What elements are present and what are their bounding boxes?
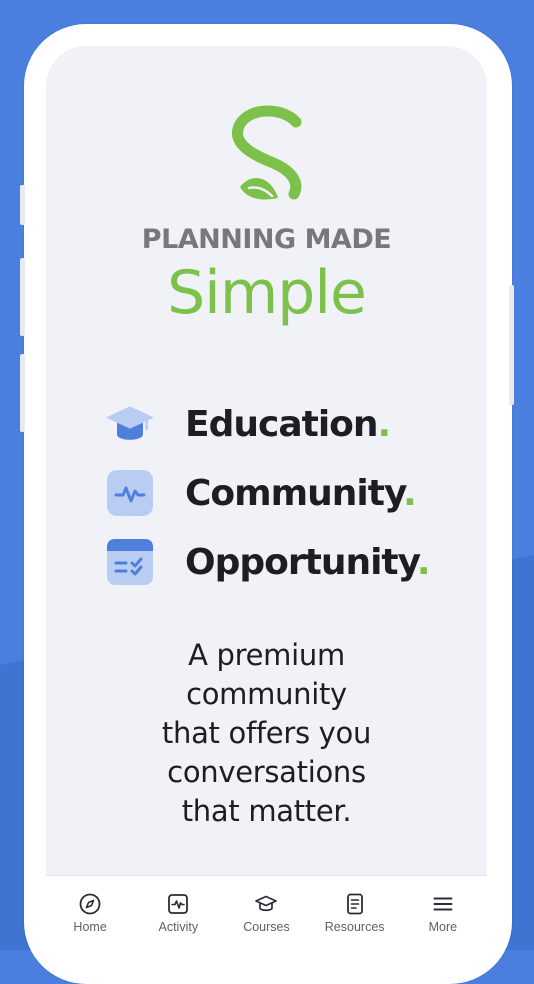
feature-opportunity: Opportunity.	[104, 536, 430, 588]
activity-icon	[168, 894, 189, 914]
phone-side-button	[20, 258, 25, 336]
feature-education: Education.	[104, 398, 391, 450]
description-line: that offers you	[161, 716, 372, 750]
tab-resources[interactable]: Resources	[311, 876, 399, 950]
feature-label: Education.	[185, 403, 391, 445]
graduation-cap-icon	[255, 895, 278, 912]
tab-label: Home	[73, 920, 107, 934]
bottom-tab-bar: Home Activity Courses Resources More	[46, 875, 487, 950]
tagline-simple: Simple	[167, 258, 367, 328]
graduation-cap-icon	[104, 398, 156, 450]
feature-community: Community.	[104, 467, 417, 519]
tab-label: Resources	[324, 920, 385, 934]
phone-side-button	[20, 354, 25, 432]
tab-activity[interactable]: Activity	[134, 876, 222, 950]
tab-label: Courses	[243, 920, 290, 934]
compass-icon	[79, 893, 101, 915]
description-line: community	[186, 677, 347, 711]
tab-home[interactable]: Home	[46, 876, 134, 950]
document-icon	[346, 893, 363, 915]
tagline-planning-made: PLANNING MADE	[141, 224, 392, 255]
description-line: conversations	[167, 755, 366, 789]
activity-pulse-icon	[104, 467, 156, 519]
description-line: A premium	[188, 638, 345, 672]
feature-label: Community.	[185, 472, 417, 514]
app-screen: PLANNING MADE Simple Education. Communit…	[46, 46, 487, 950]
phone-side-button	[20, 185, 25, 225]
description-text: A premium community that offers you conv…	[46, 636, 487, 831]
feature-label: Opportunity.	[185, 541, 430, 583]
tab-label: Activity	[158, 920, 199, 934]
tab-label: More	[428, 920, 458, 934]
phone-side-button	[509, 285, 514, 405]
calendar-checklist-icon	[104, 536, 156, 588]
brand-logo	[232, 105, 302, 200]
tab-more[interactable]: More	[399, 876, 487, 950]
tab-courses[interactable]: Courses	[222, 876, 310, 950]
description-line: that matter.	[181, 794, 352, 828]
menu-icon	[433, 897, 453, 911]
